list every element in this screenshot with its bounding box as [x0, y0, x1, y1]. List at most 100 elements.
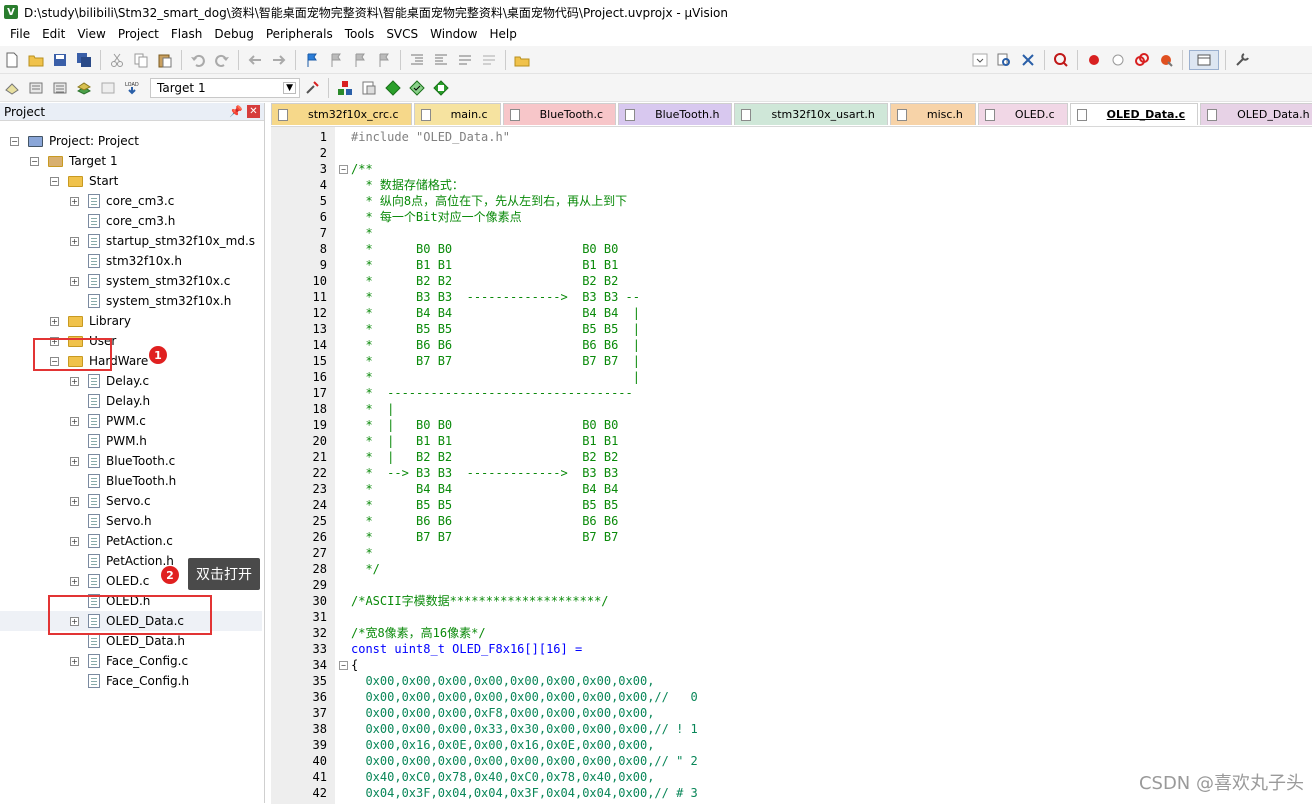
target-select[interactable]: Target 1 ▼ — [150, 78, 300, 98]
breakpoint-disable-icon[interactable] — [1108, 50, 1128, 70]
copy-icon[interactable] — [131, 50, 151, 70]
expand-icon[interactable]: + — [70, 577, 79, 586]
close-icon[interactable]: ✕ — [247, 105, 260, 118]
tab-oled-data-h[interactable]: OLED_Data.h — [1200, 103, 1312, 125]
open-file-icon[interactable] — [26, 50, 46, 70]
expand-icon[interactable]: + — [50, 317, 59, 326]
indent-icon[interactable] — [407, 50, 427, 70]
uncomment-icon[interactable] — [479, 50, 499, 70]
pack-installer-icon[interactable] — [407, 78, 427, 98]
tree-file-pwm-c[interactable]: +PWM.c — [0, 411, 262, 431]
navigate-forward-icon[interactable] — [269, 50, 289, 70]
menu-view[interactable]: View — [71, 24, 111, 44]
menu-help[interactable]: Help — [483, 24, 522, 44]
tab-oled-data-c[interactable]: OLED_Data.c — [1070, 103, 1198, 125]
bookmark-prev-icon[interactable] — [326, 50, 346, 70]
tab-stm32f10x-crc-c[interactable]: stm32f10x_crc.c — [271, 103, 412, 125]
expand-icon[interactable]: + — [70, 237, 79, 246]
tree-file-system-stm32f10x-h[interactable]: system_stm32f10x.h — [0, 291, 262, 311]
incremental-find-icon[interactable] — [1018, 50, 1038, 70]
find-icon[interactable] — [994, 50, 1014, 70]
breakpoint-icon[interactable] — [1084, 50, 1104, 70]
tab-stm32f10x-usart-h[interactable]: stm32f10x_usart.h — [734, 103, 887, 125]
tab-oled-c[interactable]: OLED.c — [978, 103, 1068, 125]
pin-icon[interactable]: 📌 — [229, 105, 243, 118]
expand-icon[interactable]: + — [70, 457, 79, 466]
translate-icon[interactable] — [2, 78, 22, 98]
collapse-icon[interactable]: − — [50, 177, 59, 186]
manage-rte-icon[interactable] — [431, 78, 451, 98]
tree-file-bluetooth-h[interactable]: BlueTooth.h — [0, 471, 262, 491]
tree-file-delay-c[interactable]: +Delay.c — [0, 371, 262, 391]
collapse-icon[interactable]: − — [30, 157, 39, 166]
tree-file-face-config-h[interactable]: Face_Config.h — [0, 671, 262, 691]
tree-file-servo-h[interactable]: Servo.h — [0, 511, 262, 531]
save-icon[interactable] — [50, 50, 70, 70]
fold-toggle-icon[interactable]: − — [339, 661, 348, 670]
target-options-icon[interactable] — [302, 78, 322, 98]
tree-group-library[interactable]: +Library — [0, 311, 262, 331]
redo-icon[interactable] — [212, 50, 232, 70]
menu-edit[interactable]: Edit — [36, 24, 71, 44]
file-extensions-icon[interactable] — [359, 78, 379, 98]
expand-icon[interactable]: + — [70, 657, 79, 666]
collapse-icon[interactable]: − — [10, 137, 19, 146]
expand-icon[interactable]: + — [70, 497, 79, 506]
tree-file-system-stm32f10x-c[interactable]: +system_stm32f10x.c — [0, 271, 262, 291]
select-packs-icon[interactable] — [383, 78, 403, 98]
configure-wrench-icon[interactable] — [1232, 50, 1252, 70]
tab-main-c[interactable]: main.c — [414, 103, 501, 125]
menu-peripherals[interactable]: Peripherals — [260, 24, 339, 44]
tree-file-core-cm3-h[interactable]: core_cm3.h — [0, 211, 262, 231]
manage-project-items-icon[interactable] — [335, 78, 355, 98]
code-editor[interactable]: 1234567891011121314151617181920212223242… — [271, 126, 1312, 803]
menu-tools[interactable]: Tools — [339, 24, 381, 44]
expand-icon[interactable]: + — [70, 537, 79, 546]
bookmark-next-icon[interactable] — [350, 50, 370, 70]
paste-icon[interactable] — [155, 50, 175, 70]
download-load-icon[interactable]: LOAD — [122, 78, 142, 98]
find-in-files-icon[interactable] — [512, 50, 532, 70]
menu-project[interactable]: Project — [112, 24, 165, 44]
breakpoint-kill-icon[interactable] — [1132, 50, 1152, 70]
breakpoint-clear-icon[interactable] — [1156, 50, 1176, 70]
build-icon[interactable] — [26, 78, 46, 98]
undo-icon[interactable] — [188, 50, 208, 70]
tree-group-start[interactable]: −Start — [0, 171, 262, 191]
tab-bluetooth-c[interactable]: BlueTooth.c — [503, 103, 616, 125]
unindent-icon[interactable] — [431, 50, 451, 70]
tree-file-face-config-c[interactable]: +Face_Config.c — [0, 651, 262, 671]
tree-file-servo-c[interactable]: +Servo.c — [0, 491, 262, 511]
save-all-icon[interactable] — [74, 50, 94, 70]
tree-file-pwm-h[interactable]: PWM.h — [0, 431, 262, 451]
window-layout-icon[interactable] — [1189, 50, 1219, 70]
rebuild-icon[interactable] — [50, 78, 70, 98]
tree-project-root[interactable]: −Project: Project — [0, 131, 262, 151]
expand-icon[interactable]: + — [70, 277, 79, 286]
tree-target-1[interactable]: −Target 1 — [0, 151, 262, 171]
navigate-back-icon[interactable] — [245, 50, 265, 70]
tree-file-bluetooth-c[interactable]: +BlueTooth.c — [0, 451, 262, 471]
comment-icon[interactable] — [455, 50, 475, 70]
expand-icon[interactable]: + — [70, 197, 79, 206]
dropdown-arrow-icon[interactable] — [970, 50, 990, 70]
tree-file-core-cm3-c[interactable]: +core_cm3.c — [0, 191, 262, 211]
menu-svcs[interactable]: SVCS — [380, 24, 424, 44]
expand-icon[interactable]: + — [70, 377, 79, 386]
cut-icon[interactable] — [107, 50, 127, 70]
menu-window[interactable]: Window — [424, 24, 483, 44]
tree-file-delay-h[interactable]: Delay.h — [0, 391, 262, 411]
debug-session-icon[interactable] — [1051, 50, 1071, 70]
batch-build-icon[interactable] — [74, 78, 94, 98]
menu-flash[interactable]: Flash — [165, 24, 208, 44]
tree-file-startup-stm32f10x-md-s[interactable]: +startup_stm32f10x_md.s — [0, 231, 262, 251]
tree-file-petaction-c[interactable]: +PetAction.c — [0, 531, 262, 551]
stop-build-icon[interactable] — [98, 78, 118, 98]
menu-file[interactable]: File — [4, 24, 36, 44]
expand-icon[interactable]: + — [70, 417, 79, 426]
new-file-icon[interactable] — [2, 50, 22, 70]
tab-bluetooth-h[interactable]: BlueTooth.h — [618, 103, 732, 125]
tree-file-stm32f10x-h[interactable]: stm32f10x.h — [0, 251, 262, 271]
menu-debug[interactable]: Debug — [208, 24, 259, 44]
tab-misc-h[interactable]: misc.h — [890, 103, 976, 125]
